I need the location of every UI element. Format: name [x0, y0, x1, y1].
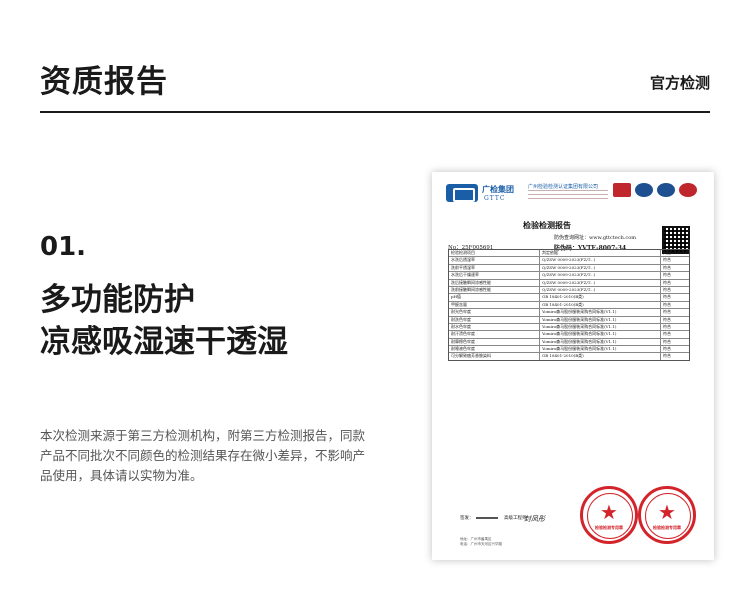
page-title: 资质报告 — [40, 64, 168, 100]
gttc-logo-icon — [446, 184, 478, 202]
table-cell: 符合 — [663, 323, 671, 329]
headline-line-1: 多功能防护 — [40, 282, 195, 318]
table-row: 水洗后干燥速率 Q/ZSW 0009-2023(FZ/T...) 符合 — [449, 272, 689, 280]
table-row: 洗前平透湿率 Q/ZSW 0009-2023(FZ/T...) 符合 — [449, 264, 689, 273]
table-row: 洗前接触瞬间凉感性能 Q/ZSW 0009-2023(FZ/T...) 符合 — [449, 286, 689, 295]
table-cell: 符合 — [663, 294, 671, 300]
star-icon: ★ — [600, 500, 618, 524]
table-cell: 耐唾液色牢度 — [449, 346, 540, 353]
table-cell: 符合 — [663, 286, 671, 292]
table-cell: 符合 — [663, 301, 671, 307]
verify-line: 防伪查询网址：www.gttctech.com — [554, 235, 636, 241]
headline-line-2: 凉感吸湿速干透湿 — [40, 324, 288, 360]
table-cell: 耐水色牢度 — [449, 323, 540, 331]
signature-bar — [476, 517, 498, 519]
table-cell: Q/ZSW 0009-2023(FZ/T...) — [540, 257, 661, 264]
table-cell: 符合 — [663, 272, 671, 278]
seal-text: 检验检测专用章 — [653, 525, 681, 530]
header-cell: 判定依据 — [540, 250, 661, 257]
table-row: 耐洗色牢度 Yomiro森马股份服装采购合同标准(V1.1) 符合 — [449, 316, 689, 324]
table-cell: 洗前接触瞬间凉感性能 — [449, 286, 540, 294]
header-divider — [40, 111, 710, 113]
org-lines — [528, 190, 608, 202]
table-cell: 符合 — [663, 279, 671, 285]
table-cell: 洗后接触瞬间凉感性能 — [449, 279, 540, 286]
handwritten-signature: 封凤彤 — [524, 515, 545, 523]
footer-line: 电话：广州市天河区兴华路 — [460, 542, 502, 546]
table-cell: 符合 — [663, 331, 671, 337]
table-cell: 符合 — [663, 309, 671, 315]
table-row: 可分解致癌芳香胺染料 GB 18401-2010(B类) 符合 — [449, 353, 689, 360]
table-row: 耐汗渍色牢度 Yomiro森马股份服装采购合同标准(V1.1) 符合 — [449, 331, 689, 339]
table-cell: 甲醛含量 — [449, 301, 540, 309]
table-cell: 符合 — [663, 353, 671, 359]
report-footer: 地址：广州市番禺区 电话：广州市天河区兴华路 — [460, 537, 502, 547]
header-cell: 判定 — [663, 250, 671, 255]
org-name: 广州检验检测认证集团有限公司 — [528, 184, 599, 190]
table-row: pH值 GB 18401-2010(B类) 符合 — [449, 294, 689, 302]
table-cell: Yomiro森马股份服装采购合同标准(V1.1) — [540, 346, 661, 353]
table-cell: 符合 — [663, 346, 671, 352]
table-row: 耐光色牢度 Yomiro森马股份服装采购合同标准(V1.1) 符合 — [449, 309, 689, 317]
official-seal: ★ 检验检测专用章 — [580, 486, 638, 544]
table-cell: 可分解致癌芳香胺染料 — [449, 353, 540, 360]
logo-en: GTTC — [484, 195, 506, 202]
table-row: 洗后接触瞬间凉感性能 Q/ZSW 0009-2023(FZ/T...) 符合 — [449, 279, 689, 287]
table-cell: 符合 — [663, 257, 671, 263]
table-cell: Q/ZSW 0009-2023(FZ/T...) — [540, 286, 661, 294]
table-cell: Q/ZSW 0009-2023(FZ/T...) — [540, 279, 661, 286]
header-cell: 检验检测项目 — [449, 250, 540, 257]
table-row: 水洗后透湿率 Q/ZSW 0009-2023(FZ/T...) 符合 — [449, 257, 689, 265]
table-row: 耐唾液色牢度 Yomiro森马股份服装采购合同标准(V1.1) 符合 — [449, 346, 689, 354]
table-cell: 耐洗色牢度 — [449, 316, 540, 323]
table-cell: Yomiro森马股份服装采购合同标准(V1.1) — [540, 331, 661, 338]
table-cell: GB 18401-2010(B类) — [540, 301, 661, 309]
section-headline: 多功能防护 凉感吸湿速干透湿 — [40, 279, 288, 363]
table-cell: GB 18401-2010(B类) — [540, 353, 661, 360]
table-cell: 洗前平透湿率 — [449, 264, 540, 272]
cert-mark-icon — [679, 183, 697, 197]
table-header: 检验检测项目 判定依据 判定 — [449, 250, 689, 258]
table-cell: GB 18401-2010(B类) — [540, 294, 661, 301]
signer-label: 签发： — [460, 516, 474, 521]
report-title: 检验检测报告 — [523, 220, 571, 230]
star-icon: ★ — [658, 500, 676, 524]
table-cell: Yomiro森马股份服装采购合同标准(V1.1) — [540, 309, 661, 316]
table-cell: 耐汗渍色牢度 — [449, 331, 540, 338]
section-description: 本次检测来源于第三方检测机构，附第三方检测报告，同款产品不同批次不同颜色的检测结… — [40, 428, 366, 483]
cma-mark-icon — [613, 183, 631, 197]
table-cell: Q/ZSW 0009-2023(FZ/T...) — [540, 264, 661, 272]
result-table: 检验检测项目 判定依据 判定 水洗后透湿率 Q/ZSW 0009-2023(FZ/… — [448, 249, 690, 361]
table-cell: pH值 — [449, 294, 540, 301]
table-row: 甲醛含量 GB 18401-2010(B类) 符合 — [449, 301, 689, 310]
table-cell: 符合 — [663, 264, 671, 270]
cnas-mark-icon — [657, 183, 675, 197]
logo-name: 广检集团 — [482, 184, 514, 194]
table-cell: Yomiro森马股份服装采购合同标准(V1.1) — [540, 316, 661, 323]
section-number: 01. — [40, 232, 87, 262]
table-cell: 符合 — [663, 338, 671, 344]
table-row: 耐水色牢度 Yomiro森马股份服装采购合同标准(V1.1) 符合 — [449, 323, 689, 332]
ilac-mark-icon — [635, 183, 653, 197]
table-cell: 耐摩擦色牢度 — [449, 338, 540, 346]
table-cell: Yomiro森马股份服装采购合同标准(V1.1) — [540, 338, 661, 346]
table-row: 耐摩擦色牢度 Yomiro森马股份服装采购合同标准(V1.1) 符合 — [449, 338, 689, 347]
table-cell: 符合 — [663, 316, 671, 322]
official-seal: ★ 检验检测专用章 — [638, 486, 696, 544]
table-cell: 耐光色牢度 — [449, 309, 540, 316]
page-subtitle: 官方检测 — [649, 74, 710, 92]
table-cell: Yomiro森马股份服装采购合同标准(V1.1) — [540, 323, 661, 331]
table-cell: 水洗后透湿率 — [449, 257, 540, 264]
table-cell: 水洗后干燥速率 — [449, 272, 540, 279]
test-report-image: 广检集团 GTTC 广州检验检测认证集团有限公司 检验检测报告 防伪查询网址：w… — [432, 172, 714, 560]
seal-text: 检验检测专用章 — [595, 525, 623, 530]
table-cell: Q/ZSW 0009-2023(FZ/T...) — [540, 272, 661, 279]
